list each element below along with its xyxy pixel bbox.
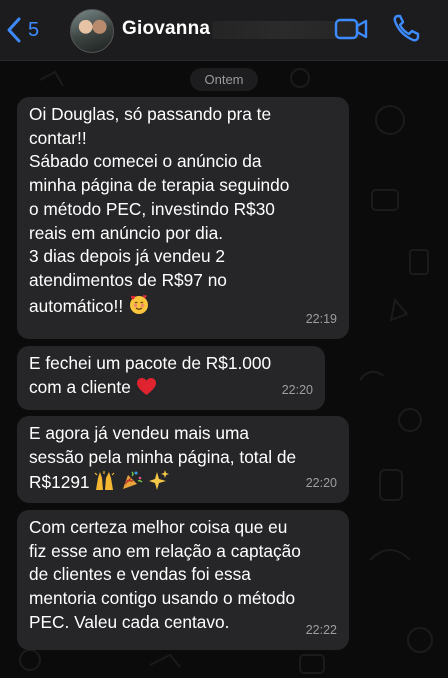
- message-text: R$1291: [29, 472, 90, 493]
- message-time: 22:19: [305, 312, 337, 327]
- message-line: Com certeza melhor coisa que eu: [29, 517, 288, 537]
- message-line: 3 dias depois já vendeu 2: [29, 246, 226, 267]
- message-line: Sábado comecei o anúncio da: [29, 151, 262, 172]
- message-line: reais em anúncio por dia.: [29, 222, 224, 243]
- message-text: com a cliente: [29, 376, 131, 397]
- unread-count: 5: [28, 18, 40, 41]
- phone-icon: [393, 14, 420, 42]
- back-button[interactable]: 5: [6, 14, 56, 46]
- contact-avatar[interactable]: [70, 9, 114, 53]
- message-text: automático!!: [29, 295, 124, 316]
- message-line: atendimentos de R$97 no: [29, 269, 227, 290]
- message-line: contar!!: [29, 127, 87, 148]
- chevron-left-icon: [7, 17, 21, 43]
- message-line: E fechei um pacote de R$1.000: [29, 353, 272, 373]
- message-time: 22:20: [305, 476, 337, 491]
- message-line: de clientes e vendas foi essa: [29, 564, 251, 585]
- chat-header: 5 Giovanna: [0, 0, 448, 61]
- message-line-last: com a cliente: [29, 376, 313, 400]
- message-line: sessão pela minha página, total de: [29, 446, 297, 467]
- message-time: 22:22: [305, 623, 337, 638]
- message-bubble[interactable]: E agora já vendeu mais uma sessão pela m…: [17, 416, 349, 503]
- video-call-button[interactable]: [334, 15, 368, 43]
- message-line: o método PEC, investindo R$30: [29, 198, 275, 219]
- contact-name[interactable]: Giovanna: [122, 18, 210, 40]
- voice-call-button[interactable]: [392, 13, 420, 43]
- message-line: mentoria contigo usando o método: [29, 588, 296, 609]
- smiling-face-with-hearts-icon: [129, 294, 148, 314]
- message-time: 22:20: [281, 383, 313, 398]
- party-popper-icon: [123, 471, 143, 490]
- message-bubble[interactable]: E fechei um pacote de R$1.000 com a clie…: [17, 346, 325, 410]
- red-heart-icon: [136, 377, 156, 395]
- date-separator: Ontem: [190, 68, 258, 91]
- message-line: minha página de terapia seguindo: [29, 175, 290, 196]
- message-line: PEC. Valeu cada centavo.: [29, 611, 230, 632]
- message-line: E agora já vendeu mais uma: [29, 423, 249, 443]
- message-line-last: R$1291: [29, 469, 337, 495]
- sparkles-icon: [148, 470, 169, 491]
- raising-hands-icon: [94, 471, 115, 491]
- message-line-last: automático!!: [29, 293, 337, 319]
- message-line: fiz esse ano em relação a captação: [29, 540, 301, 561]
- message-bubble[interactable]: Oi Douglas, só passando pra te contar!! …: [17, 97, 349, 339]
- video-camera-icon: [334, 18, 368, 40]
- message-bubble[interactable]: Com certeza melhor coisa que eu fiz esse…: [17, 510, 349, 650]
- message-line: Oi Douglas, só passando pra te: [29, 104, 272, 124]
